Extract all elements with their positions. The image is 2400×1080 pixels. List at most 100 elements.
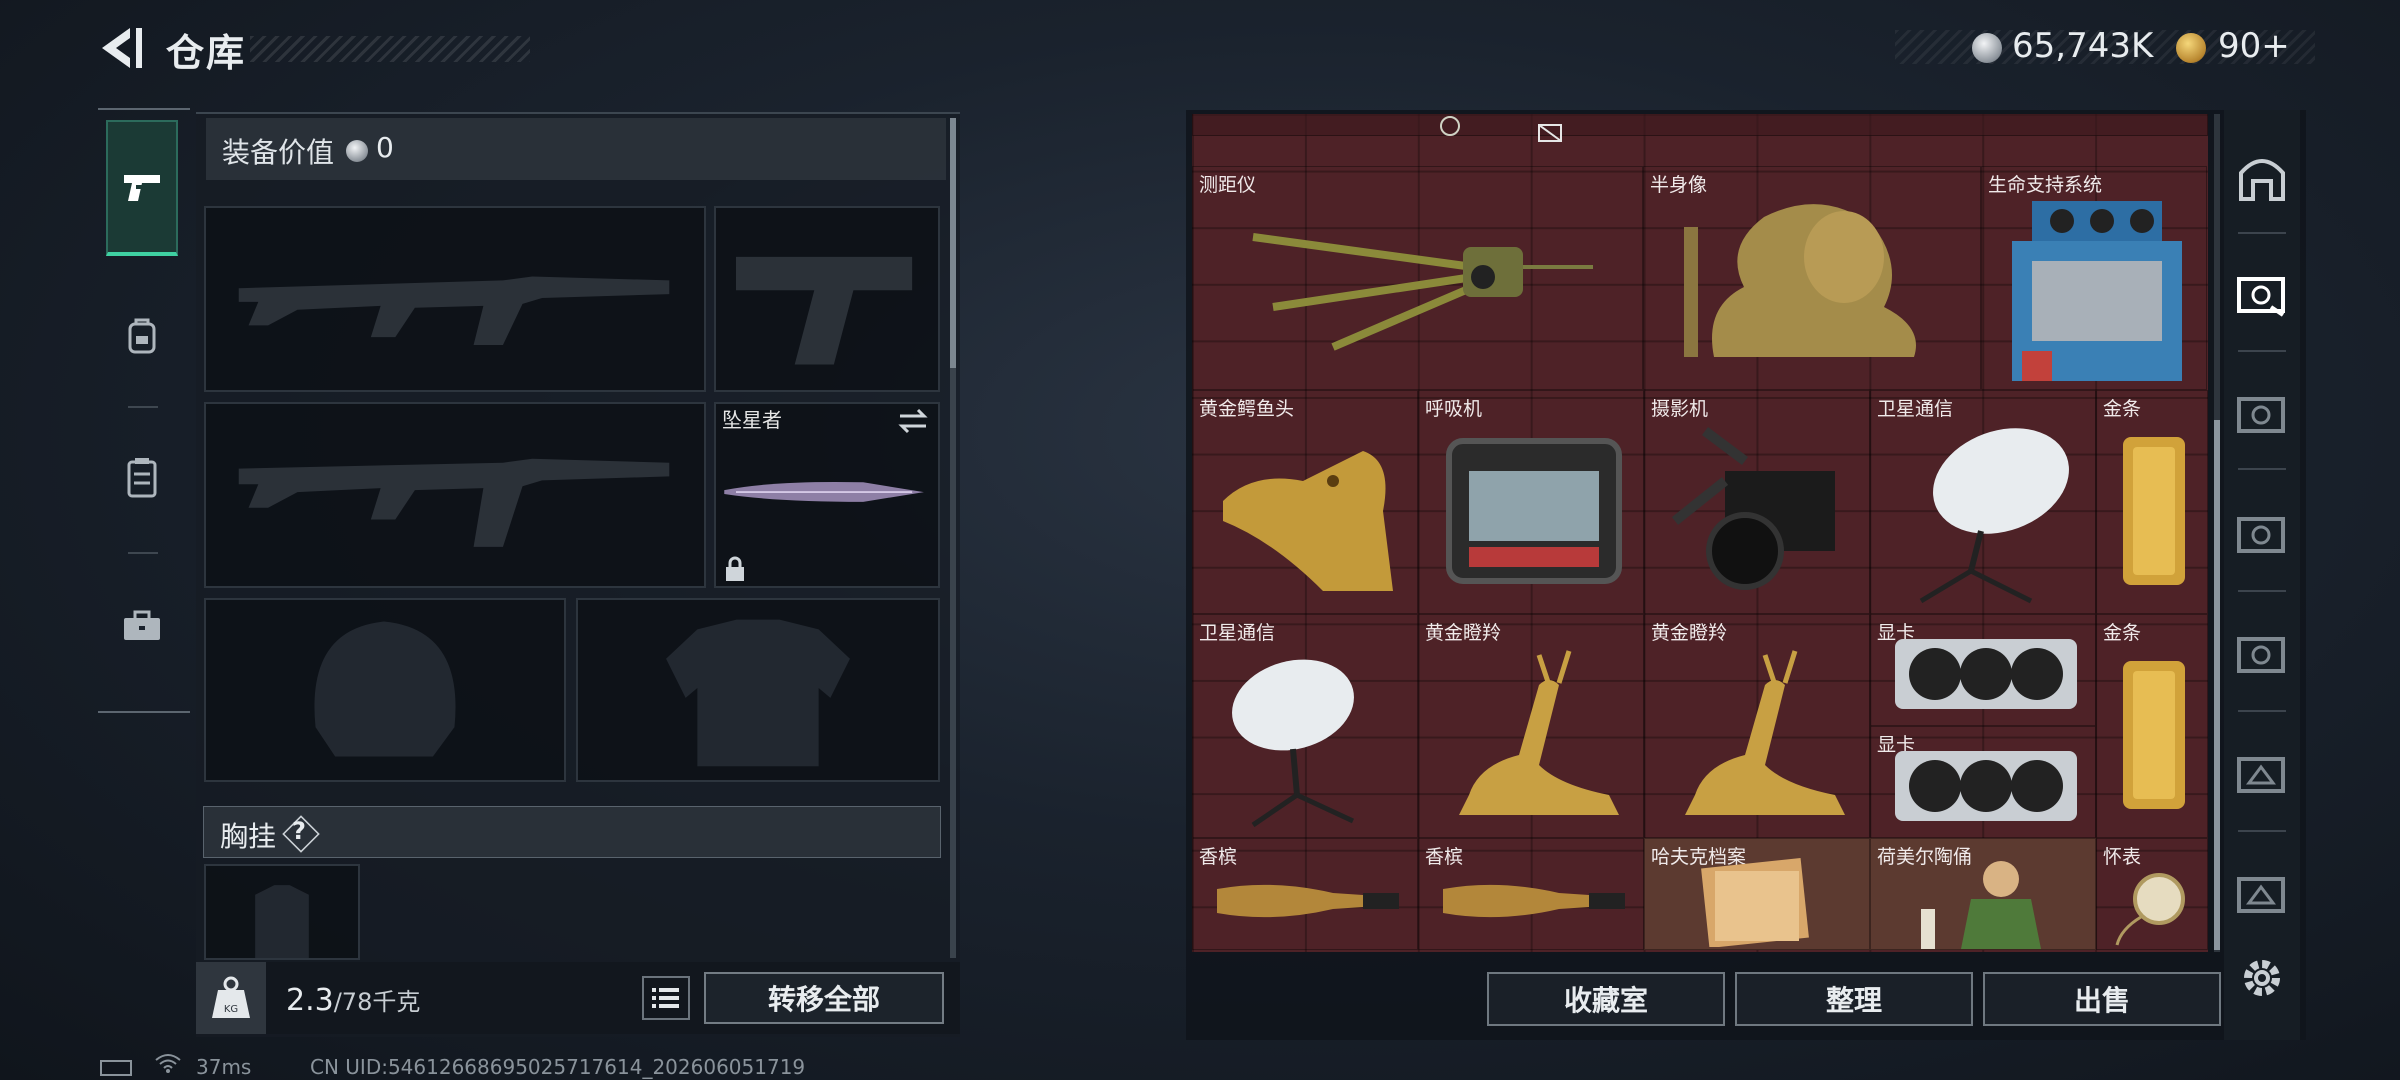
wifi-icon xyxy=(154,1052,182,1079)
stash-item-gpu[interactable]: 显卡 xyxy=(1870,614,2096,726)
armor-silhouette-icon xyxy=(666,619,850,767)
satellite-dish-icon xyxy=(1232,659,1355,828)
left-category-tabs xyxy=(98,108,190,713)
back-button[interactable] xyxy=(96,24,148,72)
gold-balance[interactable]: 90+ xyxy=(2218,26,2290,66)
item-name: 黄金鳄鱼头 xyxy=(1199,398,1295,420)
weight-icon-box: KG xyxy=(196,962,266,1034)
gazelle-statue-icon xyxy=(1459,650,1619,815)
settings-button[interactable] xyxy=(2234,950,2290,1006)
melee-item-name: 坠星者 xyxy=(722,408,782,432)
film-camera-icon xyxy=(1671,427,1835,590)
helmet-silhouette-icon xyxy=(314,621,456,757)
stash-grid[interactable]: 测距仪 半身像 生命支持系统 黄金鳄鱼头 呼吸机 摄影机 卫星通信 金条 卫星通… xyxy=(1192,114,2208,952)
stash-item-bust[interactable]: 半身像 xyxy=(1643,166,1981,390)
list-view-button[interactable] xyxy=(642,976,690,1020)
secondary-weapon-slot[interactable] xyxy=(204,402,706,588)
graphics-card-icon xyxy=(1895,639,2077,709)
stash-item-haffk-archive[interactable]: 哈夫克档案 xyxy=(1644,838,1870,950)
tab-backpack[interactable] xyxy=(106,268,178,404)
tab-stash-page-iv-a[interactable] xyxy=(2234,386,2290,442)
item-name: 金条 xyxy=(2103,622,2142,644)
tab-stash-page-iv-c[interactable] xyxy=(2234,626,2290,682)
safe-iv-icon xyxy=(2237,517,2285,553)
list-icon xyxy=(652,988,679,1008)
transfer-all-button[interactable]: 转移全部 xyxy=(704,972,944,1024)
item-name: 香槟 xyxy=(1199,846,1238,868)
swap-icon[interactable] xyxy=(896,406,930,436)
item-name: 黄金瞪羚 xyxy=(1651,622,1728,644)
stash-item-ventilator[interactable]: 呼吸机 xyxy=(1418,390,1644,614)
stash-item-camera[interactable]: 摄影机 xyxy=(1644,390,1870,614)
tab-stash-page-1[interactable] xyxy=(2234,266,2290,322)
page-title: 仓库 xyxy=(166,31,247,75)
no-image-icon xyxy=(1538,124,1562,142)
stash-item-golden-gazelle[interactable]: 黄金瞪羚 xyxy=(1644,614,1870,838)
collection-room-button[interactable]: 收藏室 xyxy=(1487,972,1725,1026)
tab-stash-page-iii-b[interactable] xyxy=(2234,866,2290,922)
stash-item-gold-bar[interactable]: 金条 xyxy=(2096,614,2208,838)
gold-bar-icon xyxy=(2123,661,2185,809)
weight-readout: 2.3/78千克 xyxy=(286,982,420,1018)
item-name: 怀表 xyxy=(2103,846,2142,868)
stash-partial-row[interactable] xyxy=(1192,114,2208,142)
vest-icon xyxy=(127,458,157,498)
stash-item-rangefinder[interactable]: 测距仪 xyxy=(1192,166,1643,390)
stash-item-gold-bar[interactable]: 金条 xyxy=(2096,390,2208,614)
chest-rig-slot[interactable] xyxy=(204,864,360,960)
body-armor-slot[interactable] xyxy=(576,598,940,782)
pocket-watch-icon xyxy=(1440,116,1460,136)
tab-home-vault[interactable] xyxy=(2234,150,2290,206)
helmet-slot[interactable] xyxy=(204,598,566,782)
stash-scrollbar-thumb[interactable] xyxy=(2214,420,2220,950)
stash-item-golden-croc-head[interactable]: 黄金鳄鱼头 xyxy=(1192,390,1418,614)
primary-weapon-slot[interactable] xyxy=(204,206,706,392)
weight-max: /78千克 xyxy=(333,988,421,1016)
rig-silhouette-icon xyxy=(255,885,309,958)
stash-item-satellite-comm[interactable]: 卫星通信 xyxy=(1192,614,1418,838)
chest-rig-label: 胸挂 xyxy=(220,820,277,853)
gold-bar-icon xyxy=(2123,437,2185,585)
croc-head-icon xyxy=(1223,451,1393,591)
back-arrow-icon xyxy=(102,28,142,68)
rangefinder-icon xyxy=(1252,233,1593,351)
silver-coin-icon xyxy=(1972,33,2002,63)
organize-button[interactable]: 整理 xyxy=(1735,972,1973,1026)
stash-item-gpu[interactable]: 显卡 xyxy=(1870,726,2096,838)
user-uid: CN UID:54612668695025717614_202606051719 xyxy=(310,1055,806,1079)
tab-armor[interactable] xyxy=(106,410,178,546)
stash-item-satellite-comm[interactable]: 卫星通信 xyxy=(1870,390,2096,614)
gold-coin-icon xyxy=(2176,33,2206,63)
briefcase-icon xyxy=(124,610,160,640)
tab-case[interactable] xyxy=(106,558,178,694)
safe-iv-icon xyxy=(2237,637,2285,673)
tab-weapons[interactable] xyxy=(106,120,178,256)
equipment-scrollbar-thumb[interactable] xyxy=(950,118,956,368)
figurine-icon xyxy=(1921,861,2041,949)
pocket-watch-icon xyxy=(2115,873,2185,946)
rifle-silhouette-icon xyxy=(238,276,670,345)
item-name: 呼吸机 xyxy=(1425,398,1483,420)
item-name: 黄金瞪羚 xyxy=(1425,622,1502,644)
stash-item-champagne[interactable]: 香槟 xyxy=(1418,838,1644,950)
champagne-bottle-icon xyxy=(1217,884,1399,918)
item-name: 香槟 xyxy=(1425,846,1464,868)
sell-button[interactable]: 出售 xyxy=(1983,972,2221,1026)
stash-item-golden-gazelle[interactable]: 黄金瞪羚 xyxy=(1418,614,1644,838)
item-name: 摄影机 xyxy=(1651,398,1709,420)
item-name: 金条 xyxy=(2103,398,2142,420)
title-decoration xyxy=(250,36,530,62)
silver-coin-icon xyxy=(346,140,368,162)
tab-stash-page-iii-a[interactable] xyxy=(2234,746,2290,802)
stash-item-champagne[interactable]: 香槟 xyxy=(1192,838,1418,950)
gazelle-statue-icon xyxy=(1685,650,1845,815)
tab-stash-page-iv-b[interactable] xyxy=(2234,506,2290,562)
stash-item-pocket-watch[interactable]: 怀表 xyxy=(2096,838,2208,950)
sidearm-slot[interactable] xyxy=(714,206,940,392)
life-support-icon xyxy=(2012,201,2182,381)
safe-iii-icon xyxy=(2237,877,2285,913)
satellite-dish-icon xyxy=(1919,428,2069,604)
stash-item-hummel-figurine[interactable]: 荷美尔陶俑 xyxy=(1870,838,2096,950)
stash-item-life-support[interactable]: 生命支持系统 xyxy=(1981,166,2207,390)
item-name: 卫星通信 xyxy=(1877,398,1954,420)
